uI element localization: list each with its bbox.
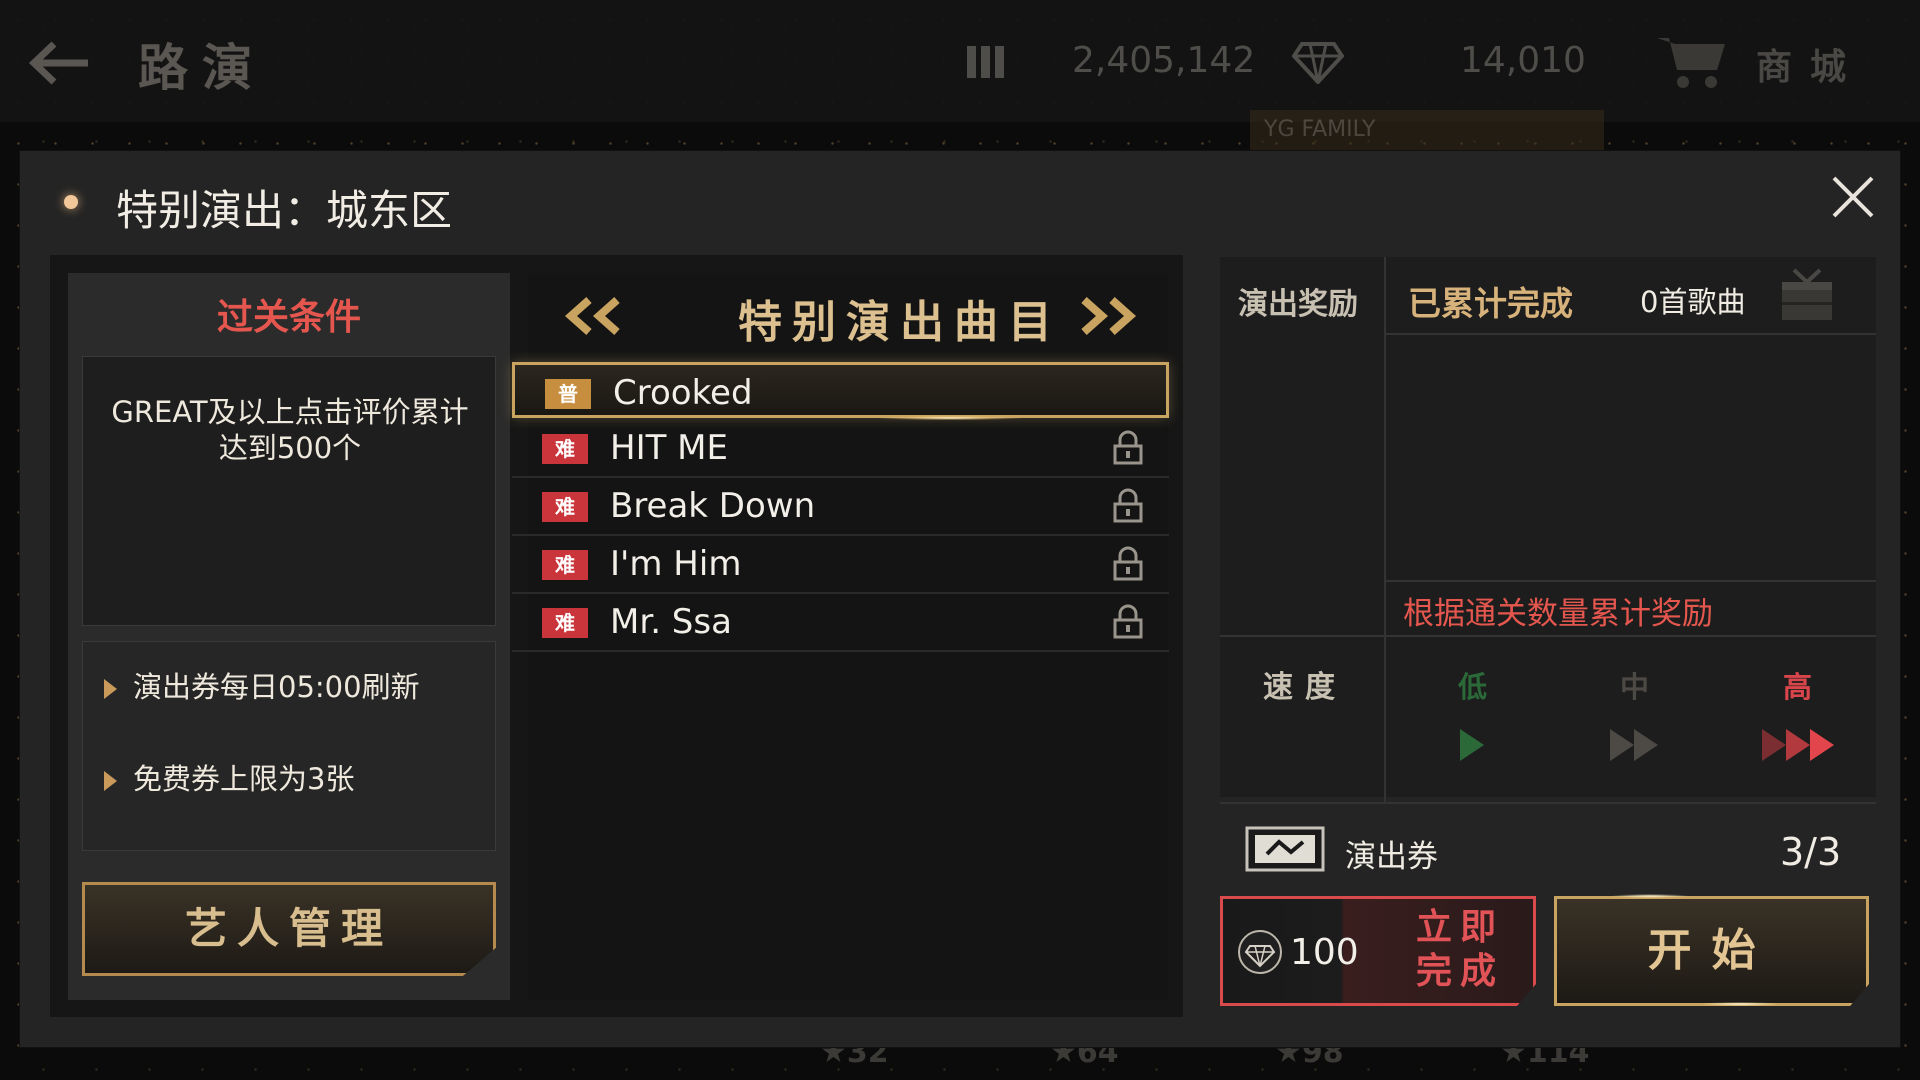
double-chevron-right-icon[interactable] [1074,296,1146,336]
ticket-icon [1245,826,1325,872]
top-bar [0,0,1920,122]
accumulated-label: 已累计完成 [1408,284,1573,323]
song-name: Crooked [613,373,753,413]
ticket-label: 演出券 [1345,839,1438,875]
triangle-icon [104,679,117,699]
difficulty-badge: 难 [542,492,588,522]
artist-management-button[interactable]: 艺人管理 [82,882,496,976]
note-item: 演出券每日05:00刷新 [104,664,420,706]
song-row[interactable]: 普 Crooked [512,362,1169,418]
title-dot [64,195,78,209]
difficulty-badge: 普 [545,379,591,409]
completed-songs-count: 0首歌曲 [1640,285,1746,319]
bars-icon [967,46,1004,78]
modal-title: 特别演出：城东区 [116,186,453,235]
reward-speed-panel [1220,257,1876,797]
divider [1384,257,1386,802]
button-glow [1610,894,1690,898]
divider [1220,802,1876,804]
note-item: 免费券上限为3张 [104,756,354,798]
shop-label[interactable]: 商城 [1756,38,1864,90]
instant-label-line: 立即 [1415,907,1504,948]
speed-mid-label[interactable]: 中 [1620,664,1649,706]
currency-amount: 2,405,142 [1072,40,1256,81]
difficulty-badge: 难 [542,550,588,580]
triangle-icon [104,771,117,791]
start-button[interactable]: 开始 [1554,896,1869,1006]
background-banner: YG FAMILY [1250,110,1604,150]
instant-label-line: 完成 [1415,951,1504,992]
speed-label: 速度 [1263,670,1347,705]
diamond-icon [1292,42,1344,84]
song-name: I'm Him [610,544,742,584]
song-row[interactable]: 难 HIT ME [512,420,1169,478]
condition-text: GREAT及以上点击评价累计达到500个 [111,395,469,465]
reward-note: 根据通关数量累计奖励 [1403,596,1713,632]
play-fast-icon[interactable] [1760,725,1840,765]
lock-icon [1113,488,1143,523]
ticket-count: 3/3 [1780,830,1842,874]
divider [1384,580,1876,582]
speed-low-label[interactable]: 低 [1458,664,1487,706]
divider [1220,635,1876,637]
diamond-amount: 14,010 [1460,40,1586,81]
reward-label: 演出奖励 [1238,287,1358,322]
note-text: 免费券上限为3张 [133,762,355,796]
lock-icon [1113,430,1143,465]
button-glow [1700,1002,1780,1006]
double-chevron-left-icon[interactable] [555,296,627,336]
song-row[interactable]: 难 Mr. Ssa [512,594,1169,652]
song-name: HIT ME [610,428,728,468]
difficulty-badge: 难 [542,434,588,464]
song-name: Mr. Ssa [610,602,732,642]
song-row[interactable]: 难 I'm Him [512,536,1169,594]
song-row[interactable]: 难 Break Down [512,478,1169,536]
lock-icon [1113,604,1143,639]
difficulty-badge: 难 [542,608,588,638]
note-text: 演出券每日05:00刷新 [133,670,420,704]
back-arrow-icon[interactable] [26,38,92,88]
song-name: Break Down [610,486,816,526]
instant-complete-label: 立即 完成 [1400,906,1520,994]
conditions-title: 过关条件 [216,297,361,338]
play-slow-icon[interactable] [1458,725,1488,765]
instant-cost: 100 [1290,932,1359,973]
play-medium-icon[interactable] [1608,725,1662,765]
divider [1384,333,1876,335]
cart-icon[interactable] [1655,30,1727,92]
lock-icon [1113,546,1143,581]
gift-box-icon[interactable] [1780,268,1834,324]
speed-high-label[interactable]: 高 [1783,664,1812,706]
close-icon[interactable] [1828,172,1878,222]
top-title: 路演 [138,39,266,97]
diamond-icon [1238,930,1282,974]
